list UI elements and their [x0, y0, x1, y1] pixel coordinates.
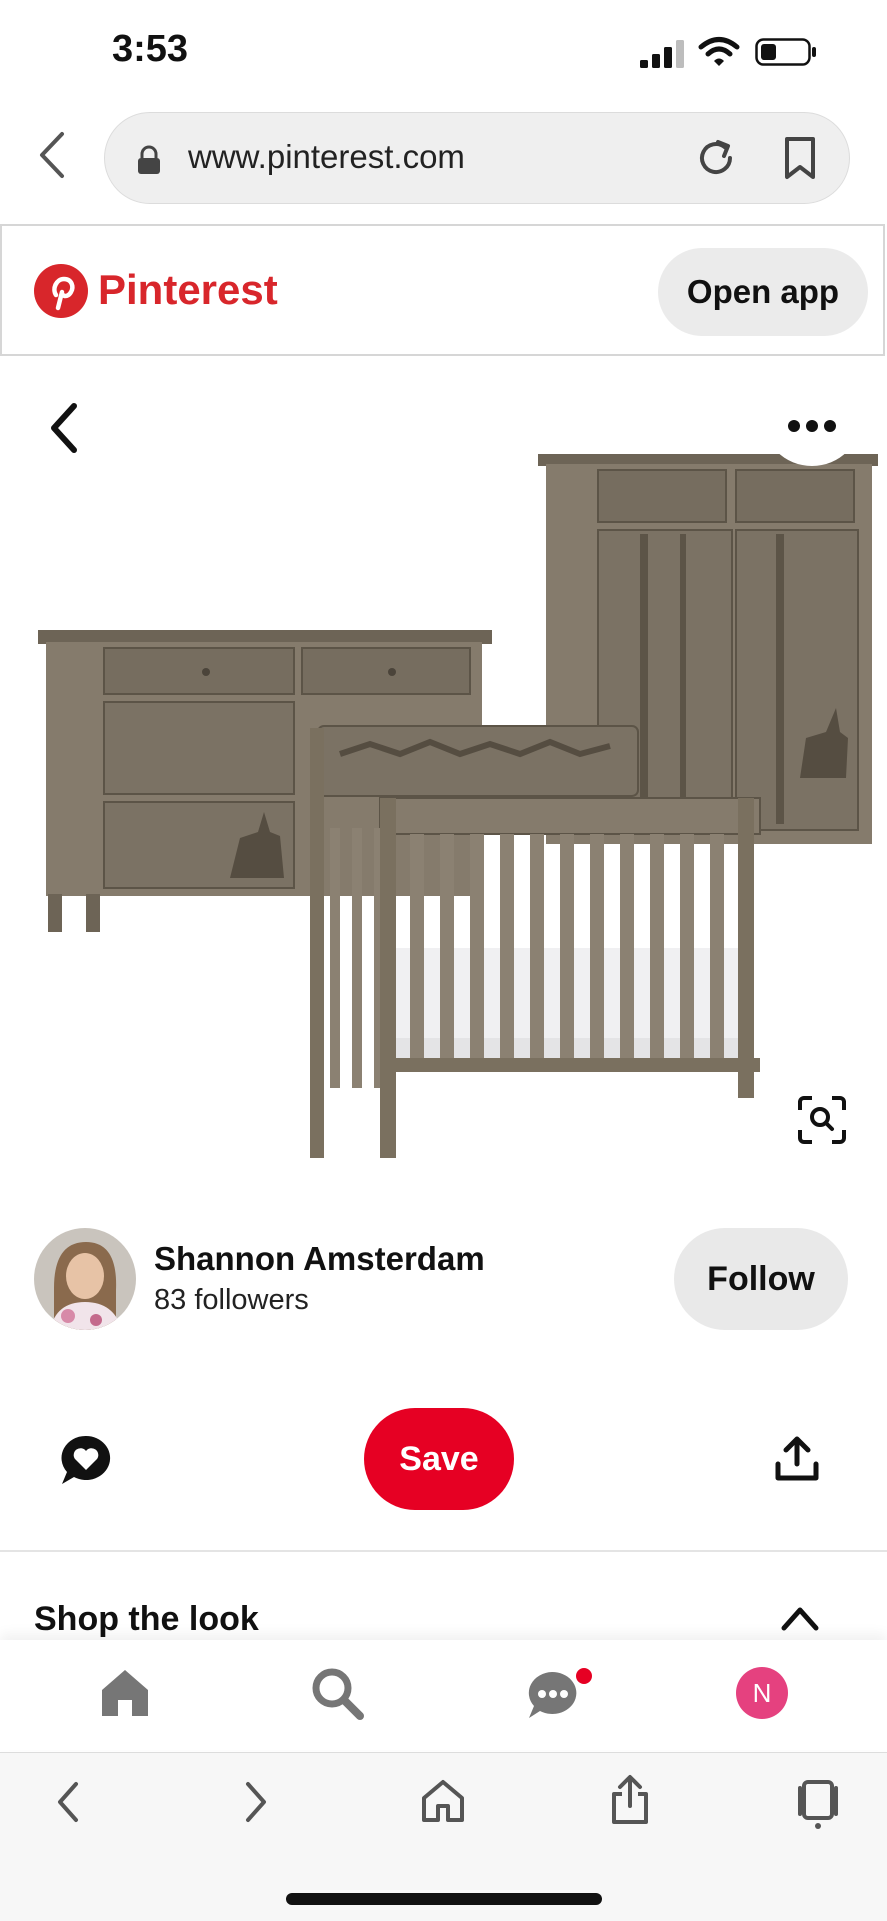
creator-avatar[interactable] — [34, 1228, 136, 1330]
battery-icon — [755, 38, 816, 66]
chevron-up-icon[interactable] — [780, 1604, 820, 1632]
wifi-icon — [698, 37, 740, 66]
visual-search-icon[interactable] — [796, 1094, 848, 1146]
status-time: 3:53 — [112, 28, 189, 70]
browser-back-icon[interactable] — [34, 130, 70, 180]
comment-heart-icon[interactable] — [58, 1432, 114, 1488]
pinterest-wordmark[interactable]: Pinterest — [98, 266, 278, 314]
cell-signal-icon — [640, 40, 684, 68]
creator-name[interactable]: Shannon Amsterdam — [154, 1240, 485, 1278]
reload-icon[interactable] — [694, 136, 738, 180]
bookmark-icon[interactable] — [782, 136, 818, 180]
open-app-button[interactable]: Open app — [658, 248, 868, 336]
share-upload-icon[interactable] — [774, 1434, 820, 1484]
more-options-button[interactable] — [762, 366, 862, 466]
browser-home-icon[interactable] — [420, 1778, 466, 1824]
more-dots-icon[interactable] — [786, 418, 838, 434]
browser-forward-arrow-icon[interactable] — [242, 1780, 270, 1824]
shop-the-look-title[interactable]: Shop the look — [34, 1600, 259, 1639]
search-icon[interactable] — [308, 1664, 366, 1722]
pin-back-icon[interactable] — [44, 400, 84, 456]
pinterest-logo-icon[interactable] — [34, 264, 88, 318]
browser-tabs-icon[interactable] — [796, 1778, 840, 1830]
section-divider — [0, 1550, 887, 1552]
home-icon[interactable] — [98, 1666, 152, 1720]
home-indicator — [286, 1893, 602, 1905]
messages-icon[interactable] — [524, 1666, 594, 1724]
save-button[interactable]: Save — [364, 1408, 514, 1510]
profile-tab-avatar[interactable]: N — [736, 1667, 788, 1719]
follower-count: 83 followers — [154, 1284, 309, 1316]
browser-back-arrow-icon[interactable] — [54, 1780, 82, 1824]
follow-button[interactable]: Follow — [674, 1228, 848, 1330]
lock-icon — [138, 145, 160, 174]
url-text[interactable]: www.pinterest.com — [188, 138, 465, 176]
browser-share-icon[interactable] — [610, 1774, 650, 1826]
pin-image[interactable] — [0, 358, 887, 1158]
